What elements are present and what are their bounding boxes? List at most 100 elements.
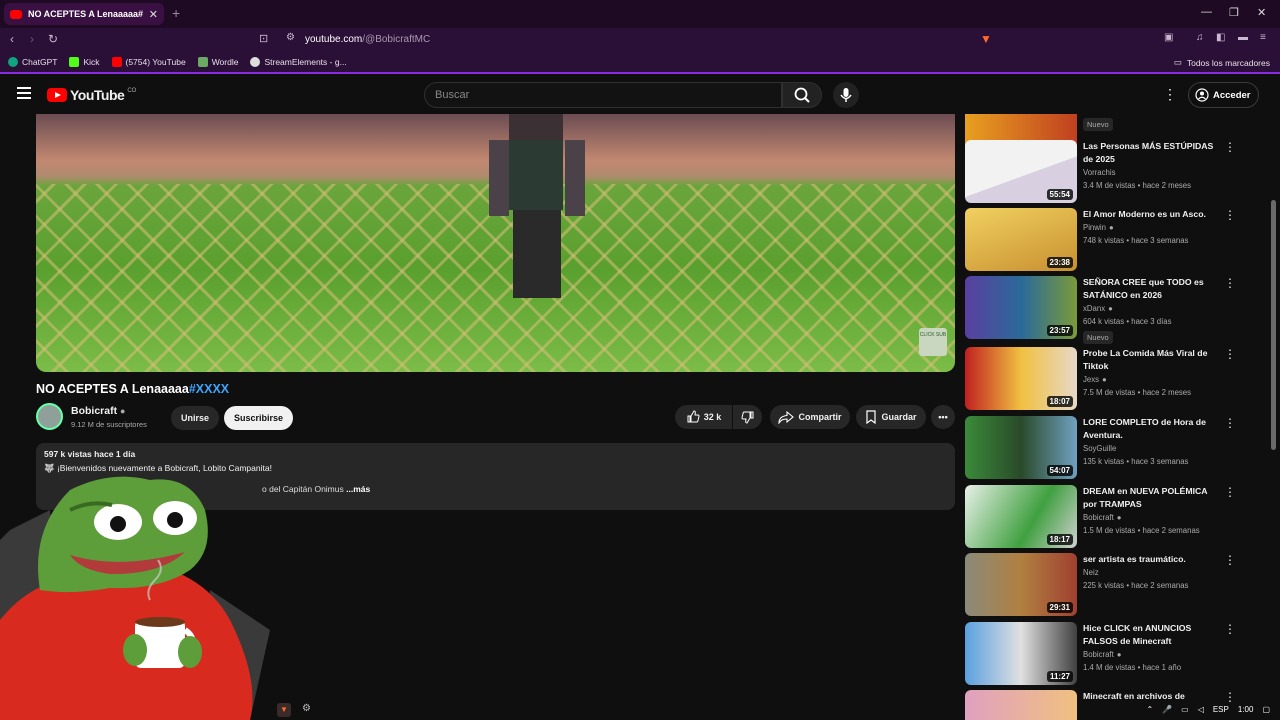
recommended-video-meta: 7.5 M de vistas • hace 2 meses (1083, 388, 1192, 397)
back-icon[interactable]: ‹ (10, 32, 14, 46)
tray-chevron-icon[interactable]: ⌃ (1146, 705, 1153, 714)
search-input[interactable]: Buscar (424, 82, 782, 108)
reload-icon[interactable]: ↻ (48, 32, 58, 46)
close-window-icon[interactable]: ✕ (1257, 6, 1266, 19)
close-tab-icon[interactable]: ✕ (149, 8, 158, 21)
voice-search-button[interactable] (833, 82, 859, 108)
active-tab[interactable]: NO ACEPTES A Lenaaaaa#XXXX ✕ (4, 3, 164, 25)
recommended-video-title[interactable]: SEÑORA CREE que TODO es SATÁNICO en 2026 (1083, 276, 1223, 302)
minimize-icon[interactable]: — (1201, 6, 1212, 18)
video-duration: 23:38 (1046, 257, 1073, 268)
video-thumbnail[interactable]: 55:54 (965, 140, 1077, 203)
brave-shield-icon[interactable]: ▼ (980, 32, 992, 46)
bookmark-youtube[interactable]: (5754) YouTube (111, 57, 186, 67)
sidebar-toggle-icon[interactable]: ◧ (1216, 32, 1225, 43)
settings-more-icon[interactable]: ⋮ (1163, 86, 1177, 103)
video-options-icon[interactable]: ⋮ (1224, 622, 1236, 636)
bookmark-kick[interactable]: Kick (69, 57, 100, 67)
recommended-video-card[interactable]: 23:57 SEÑORA CREE que TODO es SATÁNICO en… (965, 276, 1236, 344)
video-thumbnail[interactable]: 18:07 (965, 347, 1077, 410)
all-bookmarks[interactable]: ▭ Todos los marcadores (1174, 57, 1270, 68)
video-thumbnail[interactable]: 23:57 (965, 276, 1077, 339)
recommended-channel-name[interactable]: Vorrachis (1083, 168, 1116, 177)
save-button[interactable]: Guardar (856, 405, 926, 429)
video-options-icon[interactable]: ⋮ (1224, 485, 1236, 499)
bookmark-chatgpt[interactable]: ChatGPT (8, 57, 57, 67)
video-title: NO ACEPTES A Lenaaaaa#XXXX (36, 382, 229, 396)
share-button[interactable]: Compartir (770, 405, 850, 429)
video-options-icon[interactable]: ⋮ (1224, 553, 1236, 567)
video-thumbnail[interactable]: 18:17 (965, 485, 1077, 548)
recommended-video-title[interactable]: Probe La Comida Más Viral de Tiktok (1083, 347, 1223, 373)
bookmark-streamelements[interactable]: StreamElements - g... (250, 57, 347, 67)
recommended-video-card[interactable]: 11:27 Hice CLICK en ANUNCIOS FALSOS de Mi… (965, 622, 1236, 686)
show-more-button[interactable]: ...más (346, 484, 370, 494)
recommended-video-card[interactable]: 29:31 ser artista es traumático. Neiz 225 k… (965, 553, 1236, 617)
tray-mic-icon[interactable]: 🎤 (1162, 705, 1172, 714)
hashtag-link[interactable]: #XXXX (189, 382, 229, 396)
subscribe-button[interactable]: Suscribirse (224, 406, 293, 430)
tray-notifications-icon[interactable]: ▢ (1262, 705, 1270, 714)
search-button[interactable] (782, 82, 822, 108)
forward-icon[interactable]: › (30, 32, 34, 46)
menu-icon[interactable]: ≡ (1260, 32, 1266, 43)
recommended-video-card[interactable]: 23:38 El Amor Moderno es un Asco. Pinwin ● 7… (965, 208, 1236, 272)
recommended-channel-name[interactable]: xDanx ● (1083, 304, 1113, 313)
verified-icon: ● (1108, 304, 1113, 313)
channel-name[interactable]: Bobicraft ● (71, 405, 125, 417)
video-options-icon[interactable]: ⋮ (1224, 208, 1236, 222)
recommended-video-title[interactable]: El Amor Moderno es un Asco. (1083, 208, 1223, 221)
video-options-icon[interactable]: ⋮ (1224, 140, 1236, 154)
site-info-icon[interactable]: ⚙ (286, 32, 295, 43)
recommended-video-card[interactable]: 54:07 LORE COMPLETO de Hora de Aventura. S… (965, 416, 1236, 480)
video-thumbnail[interactable]: 11:27 (965, 622, 1077, 685)
more-actions-button[interactable]: ••• (931, 405, 955, 429)
recommended-video-title[interactable]: DREAM en NUEVA POLÉMICA por TRAMPAS (1083, 485, 1223, 511)
tray-network-icon[interactable]: ▭ (1181, 705, 1189, 714)
video-player[interactable]: CLICK SUB (36, 114, 955, 372)
page-scrollbar[interactable] (1271, 200, 1276, 450)
video-thumbnail[interactable]: 54:07 (965, 416, 1077, 479)
recommended-channel-name[interactable]: Pinwin ● (1083, 223, 1114, 232)
maximize-icon[interactable]: ❐ (1229, 6, 1239, 19)
recommended-channel-name[interactable]: Neiz (1083, 568, 1099, 577)
dislike-button[interactable] (733, 405, 762, 429)
tray-language[interactable]: ESP (1213, 705, 1229, 714)
youtube-logo[interactable]: YouTube CO (47, 87, 136, 103)
recommended-video-card[interactable]: 18:17 DREAM en NUEVA POLÉMICA por TRAMPAS… (965, 485, 1236, 549)
verified-icon: ● (1116, 650, 1122, 659)
folder-icon: ▭ (1173, 57, 1182, 67)
recommended-video-card[interactable]: 55:54 Las Personas MÁS ESTÚPIDAS de 2025 V… (965, 140, 1236, 204)
video-thumbnail[interactable]: 29:31 (965, 553, 1077, 616)
video-options-icon[interactable]: ⋮ (1224, 347, 1236, 361)
media-icon[interactable]: ♫ (1196, 32, 1204, 43)
vpn-icon[interactable]: ▬ (1238, 32, 1248, 43)
recommended-video-title[interactable]: LORE COMPLETO de Hora de Aventura. (1083, 416, 1223, 442)
tray-volume-icon[interactable]: ◁ (1198, 705, 1204, 714)
tray-clock[interactable]: 1:00 (1238, 705, 1254, 714)
brave-taskbar-icon[interactable]: ▼ (277, 703, 291, 717)
recommended-channel-name[interactable]: SoyGuille (1083, 444, 1116, 453)
extension-icon[interactable]: ▣ (1164, 32, 1173, 43)
subscribe-watermark[interactable]: CLICK SUB (919, 328, 947, 356)
new-tab-button[interactable]: + (172, 5, 180, 21)
video-thumbnail[interactable]: 23:38 (965, 208, 1077, 271)
recommended-channel-name[interactable]: Jexs ● (1083, 375, 1107, 384)
join-button[interactable]: Unirse (171, 406, 219, 430)
address-bar[interactable]: youtube.com/@BobicraftMC (305, 34, 430, 45)
bookmark-icon[interactable]: ⊡ (259, 32, 268, 45)
recommended-video-title[interactable]: ser artista es traumático. (1083, 553, 1223, 566)
signin-button[interactable]: Acceder (1188, 82, 1259, 108)
recommended-channel-name[interactable]: Bobicraft ● (1083, 513, 1122, 522)
recommended-video-title[interactable]: Las Personas MÁS ESTÚPIDAS de 2025 (1083, 140, 1223, 166)
like-button[interactable]: 32 k (675, 405, 732, 429)
recommended-channel-name[interactable]: Bobicraft ● (1083, 650, 1122, 659)
bookmark-wordle[interactable]: Wordle (197, 57, 238, 67)
recommended-video-card[interactable]: 18:07 Probe La Comida Más Viral de Tiktok… (965, 347, 1236, 411)
channel-avatar[interactable] (36, 403, 63, 430)
hamburger-menu-icon[interactable] (17, 87, 31, 102)
video-options-icon[interactable]: ⋮ (1224, 276, 1236, 290)
video-options-icon[interactable]: ⋮ (1224, 416, 1236, 430)
taskbar-app-icon[interactable]: ⚙ (302, 703, 311, 714)
recommended-video-title[interactable]: Hice CLICK en ANUNCIOS FALSOS de Minecra… (1083, 622, 1223, 648)
